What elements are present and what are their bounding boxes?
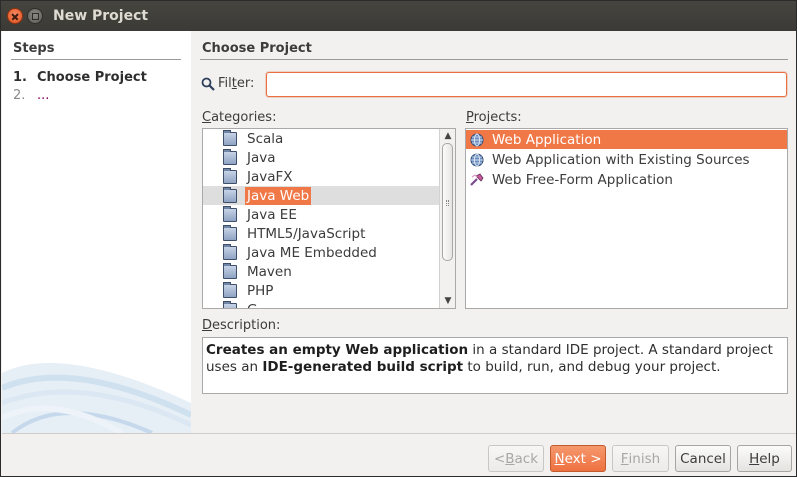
scrollbar-thumb[interactable] [442, 143, 453, 261]
categories-scrollbar[interactable]: ▲ ▼ [439, 129, 455, 308]
description-text: Creates an empty Web application in a st… [202, 337, 788, 394]
step-number: 2. [13, 88, 26, 103]
category-item-java[interactable]: Java [203, 148, 440, 167]
decorative-swoosh-graphic [2, 363, 191, 433]
projects-list[interactable]: Web Application Web Application with Exi… [465, 128, 788, 309]
project-item-web-application[interactable]: Web Application [466, 130, 787, 149]
category-item-scala[interactable]: Scala [203, 129, 440, 148]
globe-icon [470, 133, 484, 146]
filter-input[interactable] [266, 72, 787, 97]
project-item-web-application-existing-sources[interactable]: Web Application with Existing Sources [466, 150, 787, 169]
category-item-partial[interactable]: G... [203, 300, 440, 308]
page-title: Choose Project [202, 41, 312, 56]
folder-icon [223, 167, 237, 184]
folder-icon [223, 281, 237, 298]
cancel-button[interactable]: Cancel [675, 445, 731, 472]
category-item-java-ee[interactable]: Java EE [203, 205, 440, 224]
back-button[interactable]: < Back [488, 445, 544, 472]
category-item-java-me-embedded[interactable]: Java ME Embedded [203, 243, 440, 262]
step-item-2: 2.... [13, 88, 49, 103]
search-icon [201, 77, 215, 91]
finish-button[interactable]: Finish [612, 445, 669, 472]
step-number: 1. [13, 70, 27, 85]
category-item-javafx[interactable]: JavaFX [203, 167, 440, 186]
new-project-dialog: New Project Steps 1. Choose Project 2....… [0, 0, 797, 477]
folder-icon [223, 148, 237, 165]
grip-icon [446, 200, 449, 206]
globe-icon [470, 153, 484, 166]
scroll-down-icon[interactable]: ▼ [443, 296, 453, 306]
folder-icon [223, 205, 237, 222]
next-button[interactable]: Next > [550, 445, 606, 472]
steps-divider [11, 59, 181, 60]
categories-list[interactable]: Scala Java JavaFX Java Web Java EE HTML5… [202, 128, 456, 309]
filter-label: Filter: [218, 76, 255, 91]
folder-icon [223, 129, 237, 146]
categories-label: Categories: [202, 110, 277, 125]
folder-icon [223, 243, 237, 260]
folder-icon [223, 186, 237, 203]
projects-label: Projects: [466, 110, 522, 125]
project-item-web-free-form-application[interactable]: Web Free-Form Application [466, 170, 787, 189]
step-label: ... [37, 88, 50, 103]
category-item-html5-javascript[interactable]: HTML5/JavaScript [203, 224, 440, 243]
window-title: New Project [53, 8, 149, 24]
close-window-icon[interactable] [7, 8, 23, 24]
folder-icon [223, 300, 237, 308]
steps-title: Steps [13, 41, 55, 56]
title-bar: New Project [1, 1, 796, 31]
folder-icon [223, 262, 237, 279]
step-label: Choose Project [37, 70, 147, 85]
step-item-1: 1. Choose Project [13, 70, 147, 85]
folder-icon [223, 224, 237, 241]
title-divider [200, 59, 788, 60]
maximize-window-icon[interactable] [27, 8, 43, 24]
help-button[interactable]: Help [737, 445, 792, 472]
scroll-up-icon[interactable]: ▲ [443, 131, 453, 141]
steps-panel: Steps 1. Choose Project 2.... [2, 31, 191, 433]
category-item-php[interactable]: PHP [203, 281, 440, 300]
category-item-java-web[interactable]: Java Web [203, 186, 440, 205]
footer-divider [2, 433, 796, 434]
category-item-maven[interactable]: Maven [203, 262, 440, 281]
description-label: Description: [202, 318, 281, 333]
hammer-icon [470, 172, 484, 186]
